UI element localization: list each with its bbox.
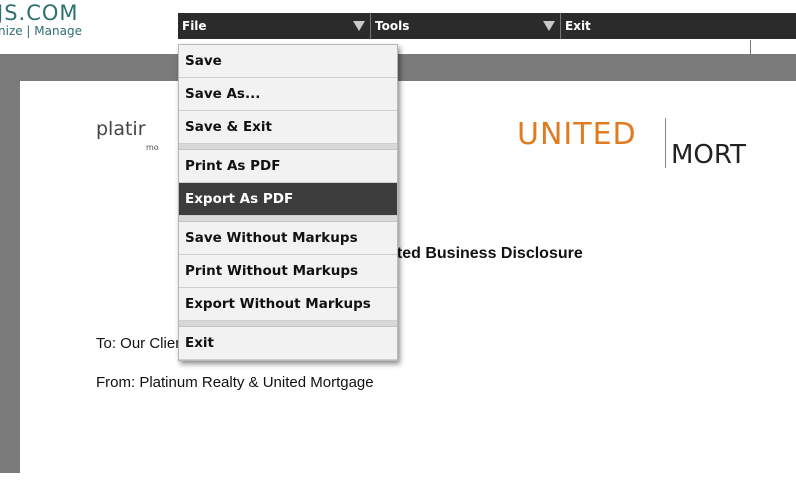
brand-tagline: nize | Manage (0, 24, 82, 38)
menu-item-save-without-markups[interactable]: Save Without Markups (179, 222, 397, 255)
document-from-line: From: Platinum Realty & United Mortgage (96, 374, 374, 391)
brand-name: JS.COM (0, 1, 79, 25)
menu-item-print-pdf[interactable]: Print As PDF (179, 150, 397, 183)
united-logo-bottom: MORT (671, 140, 746, 170)
logo-divider (665, 118, 666, 168)
menu-tools-label: Tools (375, 19, 410, 33)
document-viewer[interactable] (0, 54, 796, 481)
menu-exit-label: Exit (565, 19, 591, 33)
united-logo-top: UNITED (517, 117, 637, 152)
menu-file[interactable]: File (178, 13, 370, 39)
chevron-down-icon (543, 21, 555, 31)
menu-exit[interactable]: Exit (560, 13, 750, 39)
top-bar: JS.COM nize | Manage File Tools Exit Pag (0, 0, 796, 440)
menu-item-save-exit[interactable]: Save & Exit (179, 111, 397, 144)
menu-item-save[interactable]: Save (179, 45, 397, 78)
chevron-down-icon (353, 21, 365, 31)
menu-item-exit[interactable]: Exit (179, 327, 397, 360)
menu-bar: File Tools Exit Pag (178, 13, 796, 440)
platinum-logo-sub: mo (146, 143, 159, 152)
menu-item-export-without-markups[interactable]: Export Without Markups (179, 288, 397, 321)
menu-file-label: File (182, 19, 207, 33)
menu-tools[interactable]: Tools (370, 13, 560, 39)
menu-item-save-as[interactable]: Save As... (179, 78, 397, 111)
platinum-logo: platir (96, 118, 146, 140)
file-menu-dropdown: Save Save As... Save & Exit Print As PDF… (178, 44, 398, 361)
brand-logo: JS.COM nize | Manage (0, 2, 82, 38)
menu-item-export-pdf[interactable]: Export As PDF (179, 183, 397, 216)
menu-item-print-without-markups[interactable]: Print Without Markups (179, 255, 397, 288)
